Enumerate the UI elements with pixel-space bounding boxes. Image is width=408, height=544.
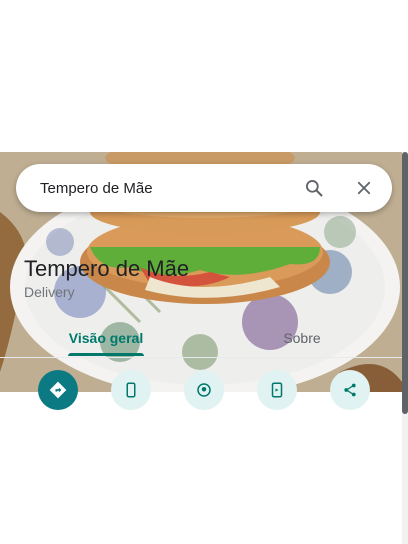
map-area[interactable] xyxy=(0,0,408,152)
active-tab-indicator xyxy=(68,353,144,356)
search-icon xyxy=(306,180,323,197)
search-button[interactable] xyxy=(294,168,334,208)
place-title: Tempero de Mãe xyxy=(24,256,190,281)
send-to-phone-icon xyxy=(271,382,283,398)
tab-overview[interactable]: Visão geral xyxy=(52,318,160,358)
place-category[interactable]: Delivery xyxy=(24,284,75,300)
send-to-phone-button[interactable] xyxy=(257,370,297,410)
scrollbar-thumb[interactable] xyxy=(402,152,408,414)
tab-about[interactable]: Sobre xyxy=(248,318,356,358)
search-input[interactable]: Tempero de Mãe xyxy=(16,180,294,197)
nearby-icon xyxy=(197,383,211,397)
directions-icon xyxy=(49,381,67,399)
clear-search-button[interactable] xyxy=(344,168,384,208)
tab-bar: Visão geral Sobre xyxy=(0,318,402,358)
phone-icon xyxy=(126,382,136,398)
call-button[interactable] xyxy=(111,370,151,410)
search-bar[interactable]: Tempero de Mãe xyxy=(16,164,392,212)
share-icon xyxy=(344,383,356,397)
close-icon xyxy=(357,181,371,195)
share-button[interactable] xyxy=(330,370,370,410)
directions-button[interactable] xyxy=(38,370,78,410)
nearby-button[interactable] xyxy=(184,370,224,410)
